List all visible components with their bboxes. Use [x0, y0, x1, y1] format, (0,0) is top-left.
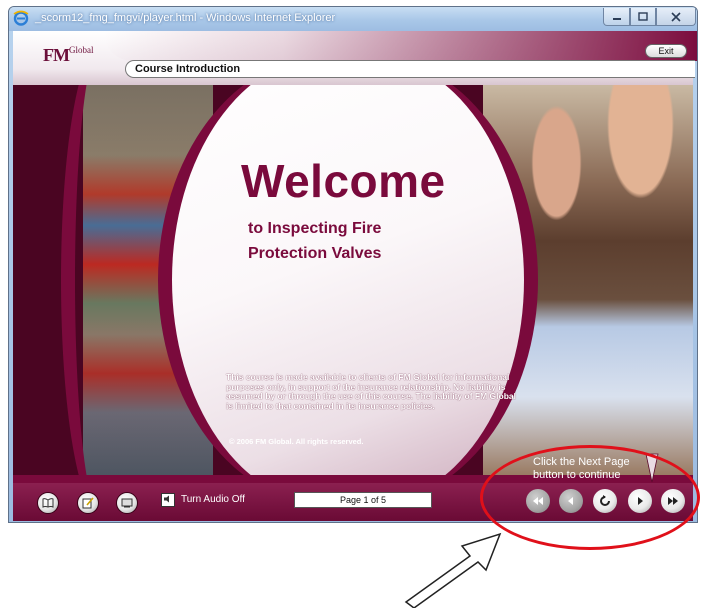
- exit-button[interactable]: Exit: [645, 44, 687, 58]
- close-icon: [671, 11, 681, 22]
- audio-toggle-label[interactable]: Turn Audio Off: [181, 494, 245, 505]
- header-decoration: [103, 31, 697, 61]
- welcome-panel: [158, 85, 538, 475]
- audio-toggle-checkbox[interactable]: [161, 493, 175, 507]
- copyright-text: © 2006 FM Global. All rights reserved.: [229, 437, 364, 446]
- welcome-heading: Welcome: [241, 155, 446, 207]
- page-indicator: Page 1 of 5: [294, 492, 432, 508]
- maximize-icon: [638, 11, 648, 21]
- minimize-button[interactable]: [603, 8, 630, 26]
- internet-explorer-icon: [13, 10, 29, 26]
- speaker-icon: [164, 495, 169, 503]
- course-subtitle: to Inspecting Fire Protection Valves: [248, 220, 382, 262]
- close-button[interactable]: [656, 8, 696, 26]
- minimize-icon: [612, 17, 621, 20]
- window-title: _scorm12_fmg_fmgvi/player.html - Windows…: [35, 12, 336, 24]
- content-stage: [13, 85, 693, 475]
- course-title: Course Introduction: [125, 60, 695, 78]
- decorative-arc: [61, 85, 141, 475]
- disclaimer-text: This course is made available to clients…: [226, 372, 516, 411]
- transcript-button[interactable]: [116, 492, 138, 514]
- highlight-annotation: [480, 445, 700, 550]
- fm-global-logo: FMGlobal: [43, 45, 94, 65]
- pointer-arrow-icon: [404, 532, 502, 608]
- maximize-button[interactable]: [630, 8, 656, 26]
- book-icon: [42, 498, 54, 508]
- player-header: FMGlobal Course Introduction Exit: [13, 31, 697, 85]
- notepad-icon: [82, 497, 94, 509]
- notes-button[interactable]: [77, 492, 99, 514]
- title-bar: _scorm12_fmg_fmgvi/player.html - Windows…: [9, 7, 697, 31]
- glossary-button[interactable]: [37, 492, 59, 514]
- screen-icon: [121, 498, 133, 508]
